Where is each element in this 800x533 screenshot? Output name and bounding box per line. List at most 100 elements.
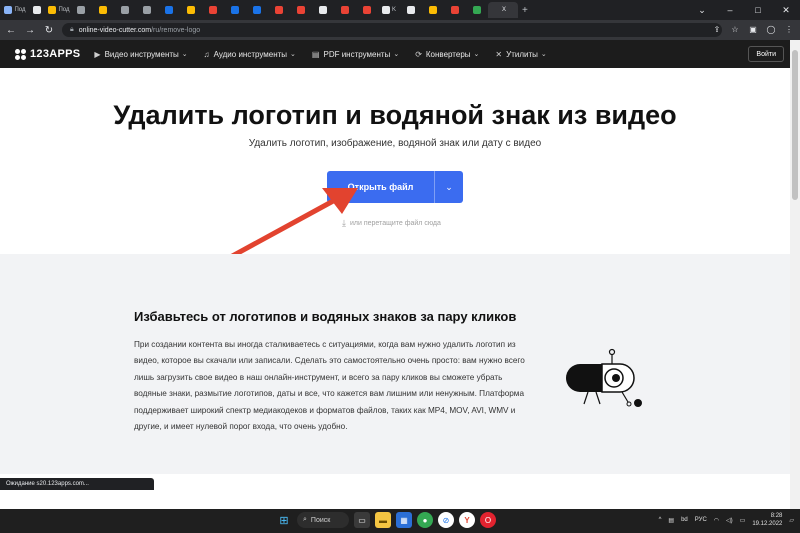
explorer-icon[interactable]: ▬ [375,512,391,528]
minimize-icon[interactable]: – [716,0,744,20]
browser-tab[interactable] [312,2,334,18]
browser-tab[interactable]: Под [48,2,70,18]
scrollbar-thumb[interactable] [792,50,798,200]
address-bar[interactable]: 🔒︎ online-video-cutter.com /ru/remove-lo… [62,23,722,37]
browser-tab[interactable] [334,2,356,18]
maximize-icon[interactable]: □ [744,0,772,20]
search-icon: ⌕ [303,516,307,523]
blocked-app-icon[interactable]: ⊘ [438,512,454,528]
clock-time: 8:28 [770,513,783,519]
forward-icon[interactable]: → [22,22,38,38]
battery-icon[interactable]: ▭ [740,517,746,524]
opera-icon[interactable]: O [480,512,496,528]
site-menu-item[interactable]: ▶ Видео инструменты ⌄ [94,50,187,59]
browser-tab[interactable] [26,2,48,18]
browser-toolbar: ← → ↻ 🔒︎ online-video-cutter.com /ru/rem… [0,20,800,40]
browser-tab[interactable] [92,2,114,18]
browser-menu-icon[interactable]: ⋮ [782,22,796,36]
browser-tab[interactable] [136,2,158,18]
chevron-down-icon: ⌄ [290,51,296,58]
chevron-down-icon[interactable]: ⌄ [435,182,463,193]
site-menu-item[interactable]: ✕ Утилиты ⌄ [495,50,546,59]
open-file-button[interactable]: Открыть файл ⌄ [327,171,463,203]
browser-tab-strip: Под Под K X + [0,0,800,20]
browser-tab[interactable] [180,2,202,18]
browser-tab[interactable] [356,2,378,18]
page-subtitle: Удалить логотип, изображение, водяной зн… [248,138,542,149]
browser-tab[interactable] [400,2,422,18]
extensions-icon[interactable]: ▣ [746,22,760,36]
browser-tab[interactable] [290,2,312,18]
drop-hint: ⤓ или перетащите файл сюда [342,218,441,229]
browser-tab[interactable] [268,2,290,18]
wifi-icon[interactable]: ◠ [714,517,719,524]
browser-tab[interactable] [224,2,246,18]
feature-body: При создании контента вы иногда сталкива… [134,340,525,432]
chevron-down-icon: ⌄ [473,51,480,58]
download-icon: ⤓ [342,218,346,228]
browser-tab[interactable]: Под [4,2,26,18]
browser-tab[interactable] [422,2,444,18]
tray-app-icon[interactable]: ▤ [668,517,674,524]
site-menu-label: Конвертеры [425,49,471,59]
audio-icon: ♫ [203,49,210,59]
tab-favicon-icon [319,6,327,14]
browser-tab[interactable] [246,2,268,18]
site-menu-item[interactable]: ♫ Аудио инструменты ⌄ [204,50,296,59]
tab-label: Под [58,7,70,13]
hero-section: Удалить логотип и водяной знак из видео … [0,68,790,254]
taskbar-clock[interactable]: 8:28 19.12.2022 [752,512,782,528]
tray-bd-icon[interactable]: bd [681,517,688,523]
site-header: 123APPS ▶ Видео инструменты ⌄ ♫ Аудио инстру… [0,40,790,68]
browser-tab[interactable] [158,2,180,18]
tab-favicon-icon [33,6,41,14]
language-indicator[interactable]: РУС [695,517,707,523]
reload-icon[interactable]: ↻ [41,22,57,38]
site-menu-item[interactable]: ⟳ Конвертеры ⌄ [415,50,479,59]
page-scrollbar[interactable] [790,40,800,509]
page-title: Удалить логотип и водяной знак из видео [113,100,677,130]
browser-tab[interactable] [444,2,466,18]
taskbar-search[interactable]: ⌕ Поиск [297,512,349,528]
profile-icon[interactable]: ◯ [764,22,778,36]
close-icon[interactable]: ✕ [772,0,800,20]
active-browser-tab[interactable]: X [488,2,518,18]
chevron-down-icon: ⌄ [540,51,547,58]
browser-tab[interactable] [202,2,224,18]
store-icon[interactable]: ▦ [396,512,412,528]
tray-chevron-icon[interactable]: ^ [659,517,662,523]
tab-favicon-icon [99,6,107,14]
chrome-icon[interactable]: ● [417,512,433,528]
browser-tab[interactable] [70,2,92,18]
windows-start-icon[interactable]: ⊞ [276,512,292,528]
url-host: online-video-cutter.com [78,26,152,34]
tab-favicon-icon [165,6,173,14]
windows-taskbar: ⊞ ⌕ Поиск ▭ ▬ ▦ ● ⊘ Y O ^ ▤ bd РУС ◠ ◁) … [0,509,800,533]
tab-favicon-icon [451,6,459,14]
tab-favicon-icon [209,6,217,14]
browser-tab[interactable] [114,2,136,18]
yandex-browser-icon[interactable]: Y [459,512,475,528]
tab-favicon-icon [143,6,151,14]
browser-tab[interactable] [466,2,488,18]
drop-hint-label: или перетащите файл сюда [349,220,441,227]
notifications-icon[interactable]: ▱ [789,517,794,524]
site-logo[interactable]: 123APPS [15,48,80,60]
task-view-icon[interactable]: ▭ [354,512,370,528]
tab-favicon-icon [297,6,305,14]
chevron-down-icon: ⌄ [181,51,188,58]
taskbar-search-label: Поиск [310,516,331,524]
volume-icon[interactable]: ◁) [726,517,733,524]
tab-favicon-icon [231,6,239,14]
site-menu-item[interactable]: ▤ PDF инструменты ⌄ [312,50,399,59]
chevron-down-icon[interactable]: ⌄ [688,0,716,20]
new-tab-icon[interactable]: + [522,5,528,16]
tab-favicon-icon [48,6,57,14]
login-button[interactable]: Войти [748,46,784,62]
browser-tab[interactable]: K [378,2,400,18]
share-icon[interactable]: ⇪ [710,22,724,36]
browser-status-bar: Ожидание s20.123apps.com... [0,478,154,490]
lock-icon: 🔒︎ [70,26,74,33]
star-icon[interactable]: ☆ [728,22,742,36]
back-icon[interactable]: ← [3,22,19,38]
